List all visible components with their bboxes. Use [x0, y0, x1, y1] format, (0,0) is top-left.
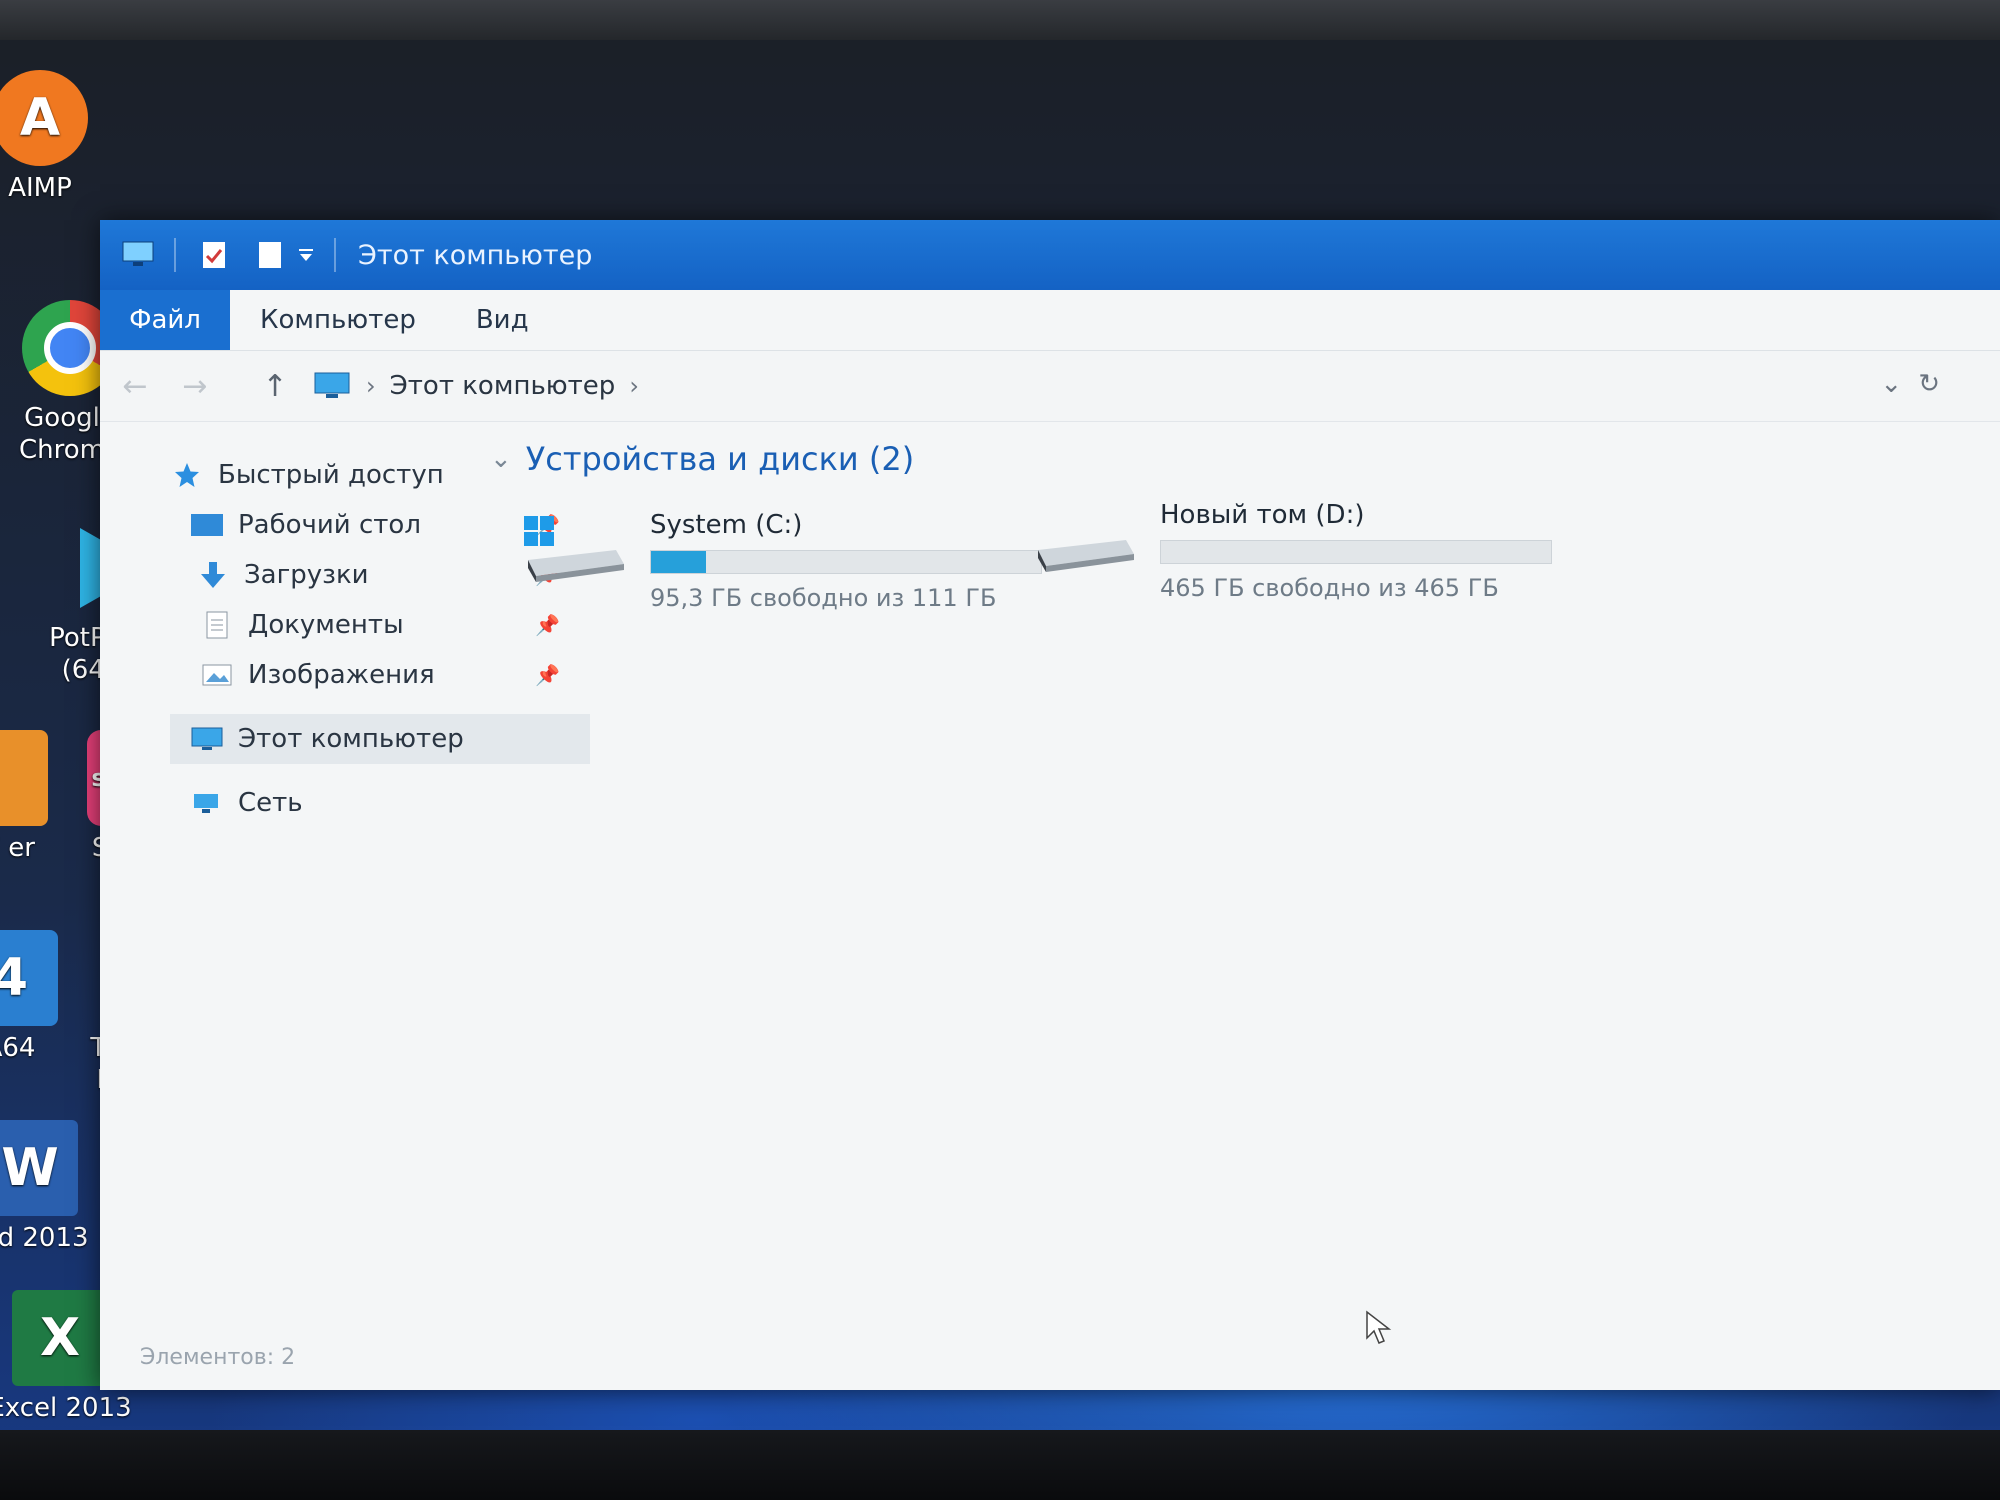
- aimp-icon: A: [0, 70, 88, 166]
- hard-drive-icon: [1030, 500, 1140, 580]
- word-icon: W: [0, 1120, 78, 1216]
- drive-c-free-space: 95,3 ГБ свободно из 111 ГБ: [650, 584, 997, 612]
- desktop-icon-word[interactable]: W ord 2013: [0, 1120, 110, 1254]
- pictures-icon: [200, 660, 234, 690]
- pdf-reader-icon: [0, 730, 48, 826]
- back-icon[interactable]: ←: [110, 361, 160, 411]
- group-devices-drives[interactable]: ⌄ Устройства и диски (2): [490, 440, 1990, 478]
- chevron-down-icon[interactable]: ⌄: [1880, 369, 1902, 399]
- this-pc-icon: [120, 238, 156, 272]
- desktop-folder-icon: [190, 510, 224, 540]
- window-title: Этот компьютер: [358, 239, 593, 271]
- excel-icon: X: [12, 1290, 108, 1386]
- nav-this-pc[interactable]: Этот компьютер: [170, 714, 590, 764]
- this-pc-icon: [190, 724, 224, 754]
- tab-computer[interactable]: Компьютер: [230, 290, 446, 350]
- refresh-icon[interactable]: ↻: [1918, 369, 1940, 399]
- drive-c[interactable]: System (C:) 95,3 ГБ свободно из 111 ГБ: [520, 510, 1042, 612]
- drive-c-usage-bar: [650, 550, 1042, 574]
- explorer-window: Этот компьютер Файл Компьютер Вид ← → ↑ …: [100, 220, 2000, 1390]
- chevron-down-icon[interactable]: ⌄: [490, 444, 512, 474]
- pin-icon[interactable]: 📌: [535, 663, 560, 687]
- system-drive-icon: [520, 510, 630, 590]
- address-actions: ⌄ ↻: [1880, 369, 1940, 399]
- drive-c-name: System (C:): [650, 510, 803, 540]
- breadcrumb-this-pc[interactable]: Этот компьютер: [390, 371, 616, 401]
- monitor-bezel: [0, 0, 2000, 40]
- group-title: Устройства и диски (2): [525, 440, 915, 478]
- download-arrow-icon: [196, 560, 230, 590]
- content-pane: ⌄ Устройства и диски (2) System (C:) 95,…: [490, 440, 1990, 612]
- aida64-icon: 4: [0, 930, 58, 1026]
- breadcrumb-chevron-icon[interactable]: ›: [629, 372, 639, 400]
- this-pc-icon: [312, 371, 352, 401]
- ribbon-tabs: Файл Компьютер Вид: [100, 290, 2000, 351]
- up-icon[interactable]: ↑: [250, 361, 300, 411]
- breadcrumb-separator-icon: ›: [366, 372, 376, 400]
- mouse-cursor-icon: [1365, 1310, 1395, 1346]
- status-bar-item-count: Элементов: 2: [140, 1345, 296, 1370]
- pin-icon[interactable]: 📌: [535, 613, 560, 637]
- drive-d-usage-bar: [1160, 540, 1552, 564]
- quick-access-separator: [334, 238, 336, 272]
- nav-pictures[interactable]: Изображения 📌: [170, 650, 590, 700]
- navigation-pane: Быстрый доступ Рабочий стол 📌 Загрузки 📌…: [170, 450, 590, 828]
- tab-file[interactable]: Файл: [100, 290, 230, 350]
- customize-quick-access-icon[interactable]: [296, 238, 316, 272]
- drive-d-name: Новый том (D:): [1160, 500, 1365, 530]
- document-icon: [200, 610, 234, 640]
- properties-icon[interactable]: [196, 238, 232, 272]
- drive-d-free-space: 465 ГБ свободно из 465 ГБ: [1160, 574, 1499, 602]
- drive-c-usage-fill: [651, 551, 706, 573]
- desktop-icon-aimp[interactable]: A AIMP: [0, 70, 120, 204]
- title-bar[interactable]: Этот компьютер: [100, 220, 2000, 290]
- star-icon: [170, 460, 204, 490]
- nav-network[interactable]: Сеть: [170, 778, 590, 828]
- tab-view[interactable]: Вид: [446, 290, 559, 350]
- forward-icon[interactable]: →: [170, 361, 220, 411]
- new-folder-icon[interactable]: [252, 238, 288, 272]
- quick-access-separator: [174, 238, 176, 272]
- network-icon: [190, 788, 224, 818]
- address-bar: ← → ↑ › Этот компьютер › ⌄ ↻: [100, 351, 2000, 422]
- drive-d[interactable]: Новый том (D:) 465 ГБ свободно из 465 ГБ: [1030, 500, 1552, 602]
- monitor-bottom-bezel: [0, 1430, 2000, 1500]
